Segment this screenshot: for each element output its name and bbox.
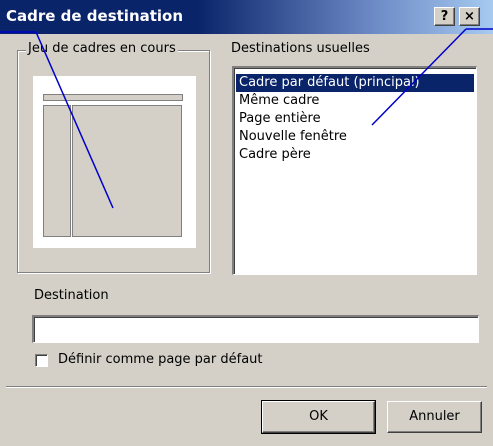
default-page-checkbox[interactable] [35,354,48,367]
close-button[interactable]: × [459,7,480,26]
frameset-preview [33,76,196,248]
separator [6,386,487,388]
dialog-title: Cadre de destination [6,7,184,25]
destinations-label: Destinations usuelles [231,41,370,56]
destinations-listbox[interactable]: Cadre par défaut (principal) Même cadre … [232,66,477,275]
list-item-new-window[interactable]: Nouvelle fenêtre [236,128,474,146]
list-item-whole-page[interactable]: Page entière [236,110,474,128]
default-page-checkbox-label[interactable]: Définir comme page par défaut [58,352,263,367]
ok-button[interactable]: OK [261,400,376,434]
destination-input[interactable] [32,315,479,343]
frame-main[interactable] [72,105,182,237]
target-frame-dialog: Cadre de destination ? × Jeu de cadres e… [0,0,493,446]
current-frameset-legend: Jeu de cadres en cours [26,41,178,56]
title-bar[interactable]: Cadre de destination ? × [0,0,493,34]
frame-top[interactable] [43,94,183,101]
destination-label: Destination [34,288,109,303]
frame-left[interactable] [43,105,71,237]
list-item-default-frame[interactable]: Cadre par défaut (principal) [236,74,474,92]
list-item-same-frame[interactable]: Même cadre [236,92,474,110]
list-item-parent-frame[interactable]: Cadre père [236,146,474,164]
help-button[interactable]: ? [434,7,455,26]
cancel-button[interactable]: Annuler [387,401,482,433]
